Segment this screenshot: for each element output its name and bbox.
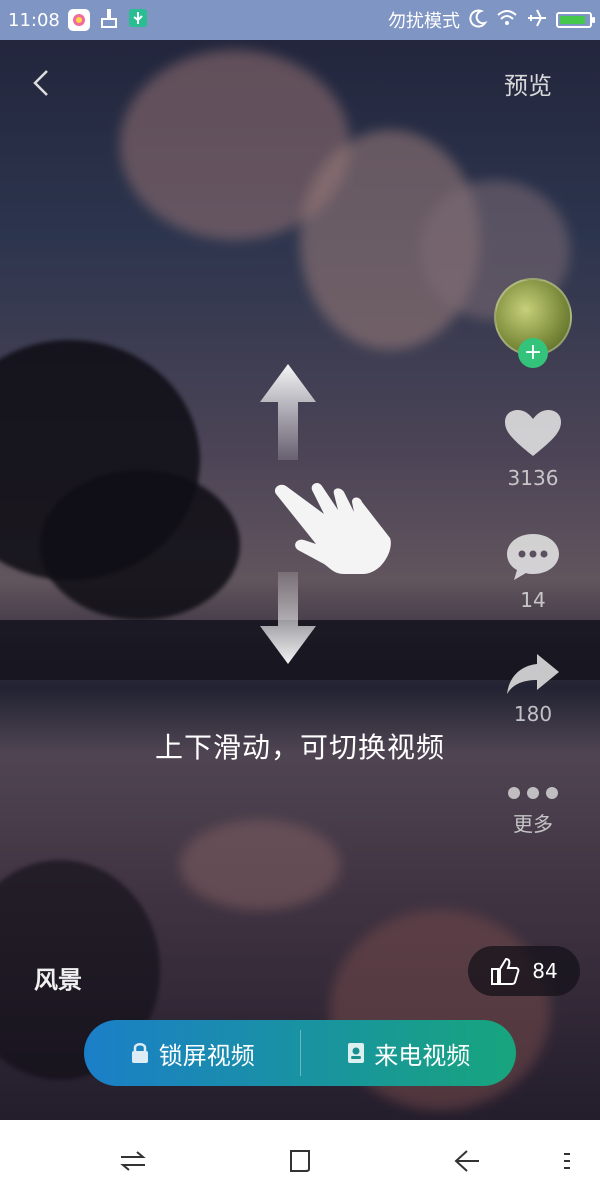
follow-button[interactable]: + [518, 338, 548, 368]
comment-icon [507, 534, 559, 580]
lockscreen-video-button[interactable]: 锁屏视频 [84, 1020, 300, 1086]
navigation-bar [0, 1120, 600, 1200]
heart-icon [505, 410, 561, 456]
lockscreen-video-label: 锁屏视频 [158, 1041, 255, 1070]
recent-apps-button[interactable] [118, 1146, 148, 1176]
video-category: 风景 [34, 966, 82, 994]
more-action[interactable]: 更多 [498, 784, 568, 837]
switch-apps-icon [120, 1151, 146, 1171]
back-icon [454, 1150, 479, 1172]
chevron-left-icon [33, 70, 48, 96]
back-button[interactable] [26, 68, 56, 98]
back-nav-button[interactable] [452, 1146, 482, 1176]
battery-icon [556, 12, 595, 28]
status-time: 11:08 [8, 9, 60, 31]
video-like-count: 84 [532, 959, 558, 983]
like-count: 3136 [507, 466, 559, 490]
share-arrow-icon [507, 654, 559, 694]
usb-icon [128, 8, 148, 33]
airplane-icon [526, 8, 548, 33]
status-bar: 11:08 勿扰模式 [0, 0, 600, 40]
author-avatar-button[interactable]: + [494, 278, 574, 368]
comment-count: 14 [520, 588, 546, 612]
share-count: 180 [513, 702, 553, 726]
dnd-label: 勿扰模式 [388, 11, 460, 32]
thumbs-up-icon [491, 957, 520, 985]
clean-icon [98, 7, 120, 34]
phone-book-icon [348, 1043, 365, 1063]
menu-button[interactable] [552, 1146, 582, 1176]
menu-icon [564, 1153, 570, 1169]
set-video-bar: 锁屏视频 来电视频 [84, 1020, 516, 1086]
preview-button[interactable]: 预览 [504, 66, 552, 101]
video-like-button[interactable]: 84 [468, 946, 580, 996]
wifi-icon [496, 9, 518, 32]
lock-icon [131, 1043, 148, 1063]
app-icon [67, 9, 90, 31]
more-label: 更多 [513, 812, 553, 836]
call-video-label: 来电视频 [374, 1041, 471, 1070]
comment-action[interactable]: 14 [498, 530, 568, 612]
home-icon [290, 1150, 310, 1172]
call-video-button[interactable]: 来电视频 [301, 1020, 517, 1086]
share-action[interactable]: 180 [498, 650, 568, 726]
moon-icon [468, 8, 488, 33]
more-dots-icon [508, 787, 558, 799]
battery-level [560, 16, 585, 24]
home-button[interactable] [285, 1146, 315, 1176]
like-action[interactable]: 3136 [498, 408, 568, 490]
